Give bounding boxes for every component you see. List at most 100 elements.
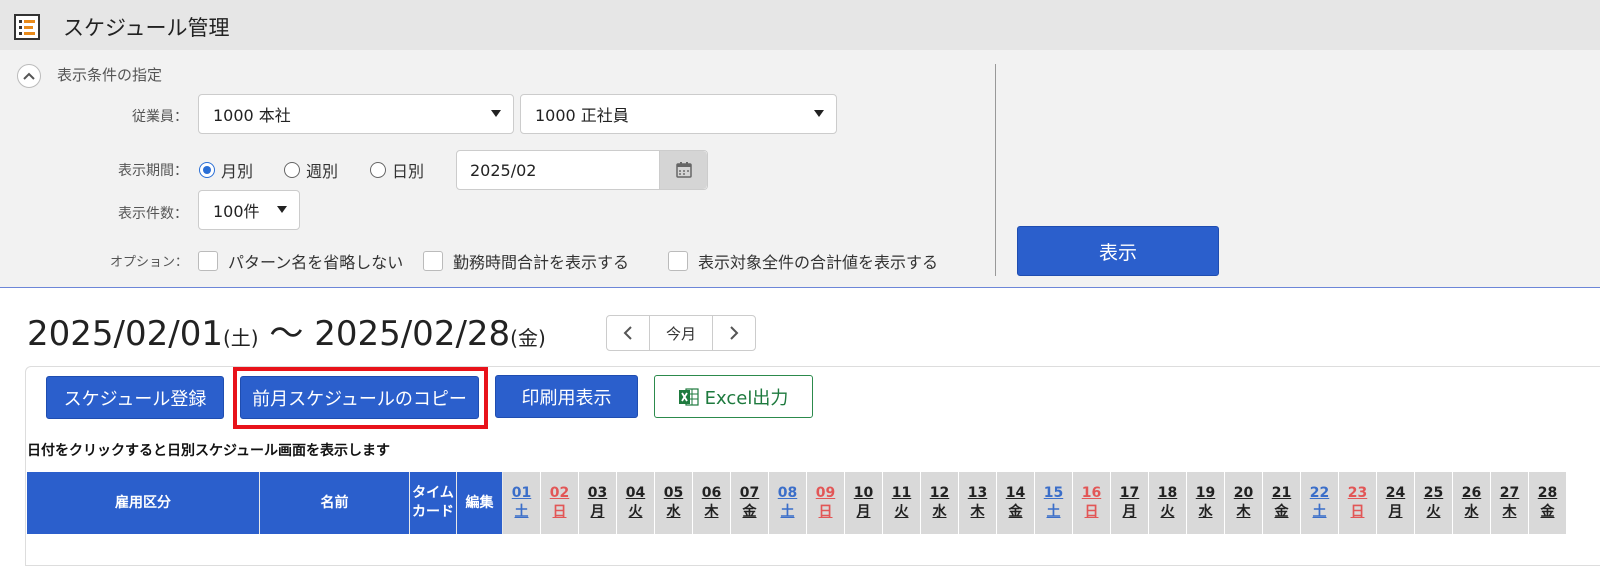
day-number: 12 bbox=[929, 485, 950, 501]
day-header[interactable]: 07 金 bbox=[731, 472, 769, 534]
calendar-button[interactable] bbox=[659, 151, 707, 189]
print-view-button[interactable]: 印刷用表示 bbox=[495, 375, 638, 418]
day-number: 25 bbox=[1423, 485, 1444, 501]
day-header[interactable]: 10 月 bbox=[845, 472, 883, 534]
day-weekday: 日 bbox=[1084, 504, 1099, 520]
day-number: 23 bbox=[1347, 485, 1368, 501]
day-header[interactable]: 23 日 bbox=[1339, 472, 1377, 534]
col-timecard: タイム カード bbox=[410, 472, 457, 534]
checkbox-icon bbox=[198, 251, 218, 271]
month-input[interactable] bbox=[457, 151, 661, 189]
col-timecard-line1: タイム bbox=[412, 485, 454, 501]
day-number: 11 bbox=[891, 485, 912, 501]
day-header[interactable]: 05 水 bbox=[655, 472, 693, 534]
day-header[interactable]: 01 土 bbox=[503, 472, 541, 534]
day-header[interactable]: 22 土 bbox=[1301, 472, 1339, 534]
day-number: 18 bbox=[1157, 485, 1178, 501]
day-weekday: 火 bbox=[1160, 504, 1175, 520]
day-weekday: 木 bbox=[704, 504, 719, 520]
day-header[interactable]: 27 木 bbox=[1491, 472, 1529, 534]
day-header[interactable]: 20 木 bbox=[1225, 472, 1263, 534]
day-number: 20 bbox=[1233, 485, 1254, 501]
day-weekday: 火 bbox=[1426, 504, 1441, 520]
excel-icon bbox=[678, 387, 699, 406]
month-picker bbox=[456, 150, 708, 190]
day-number: 09 bbox=[815, 485, 836, 501]
day-header[interactable]: 14 金 bbox=[997, 472, 1035, 534]
day-number: 21 bbox=[1271, 485, 1292, 501]
day-number: 28 bbox=[1537, 485, 1558, 501]
day-header[interactable]: 17 月 bbox=[1111, 472, 1149, 534]
day-header[interactable]: 12 水 bbox=[921, 472, 959, 534]
day-number: 07 bbox=[739, 485, 760, 501]
day-header[interactable]: 24 月 bbox=[1377, 472, 1415, 534]
show-button[interactable]: 表示 bbox=[1017, 226, 1219, 276]
day-header[interactable]: 08 土 bbox=[769, 472, 807, 534]
schedule-app-icon bbox=[14, 14, 40, 40]
day-header[interactable]: 21 金 bbox=[1263, 472, 1301, 534]
day-header[interactable]: 28 金 bbox=[1529, 472, 1567, 534]
day-number: 16 bbox=[1081, 485, 1102, 501]
day-header[interactable]: 03 月 bbox=[579, 472, 617, 534]
day-header[interactable]: 26 水 bbox=[1453, 472, 1491, 534]
day-weekday: 日 bbox=[552, 504, 567, 520]
excel-export-button[interactable]: Excel出力 bbox=[654, 375, 813, 418]
radio-daily-label: 日別 bbox=[392, 162, 425, 181]
count-select[interactable]: 100件 bbox=[198, 190, 300, 230]
day-header[interactable]: 19 水 bbox=[1187, 472, 1225, 534]
day-header[interactable]: 04 火 bbox=[617, 472, 655, 534]
day-weekday: 月 bbox=[856, 504, 871, 520]
day-header[interactable]: 06 木 bbox=[693, 472, 731, 534]
day-weekday: 水 bbox=[1464, 504, 1479, 520]
range-end-dow: (金) bbox=[510, 326, 546, 350]
day-header[interactable]: 15 土 bbox=[1035, 472, 1073, 534]
day-weekday: 木 bbox=[1236, 504, 1251, 520]
register-schedule-button[interactable]: スケジュール登録 bbox=[46, 376, 224, 419]
dropdown-caret-icon bbox=[814, 110, 824, 117]
period-label: 表示期間： bbox=[118, 163, 188, 179]
radio-monthly[interactable]: 月別 bbox=[199, 158, 253, 182]
radio-weekly[interactable]: 週別 bbox=[284, 158, 338, 182]
day-number: 06 bbox=[701, 485, 722, 501]
option-no-abbrev-label: パターン名を省略しない bbox=[228, 253, 404, 272]
conditions-title: 表示条件の指定 bbox=[57, 66, 163, 84]
click-hint: 日付をクリックすると日別スケジュール画面を表示します bbox=[27, 443, 391, 459]
prev-month-button[interactable] bbox=[607, 316, 649, 350]
option-all-total[interactable]: 表示対象全件の合計値を表示する bbox=[668, 249, 938, 273]
day-number: 13 bbox=[967, 485, 988, 501]
radio-daily[interactable]: 日別 bbox=[370, 158, 424, 182]
range-start: 2025/02/01 bbox=[27, 314, 223, 354]
day-header[interactable]: 18 火 bbox=[1149, 472, 1187, 534]
checkbox-icon bbox=[423, 251, 443, 271]
radio-checked-icon bbox=[199, 162, 215, 178]
highlight-box bbox=[233, 367, 488, 429]
next-month-button[interactable] bbox=[713, 316, 755, 350]
day-weekday: 土 bbox=[1312, 504, 1327, 520]
day-number: 05 bbox=[663, 485, 684, 501]
day-weekday: 水 bbox=[932, 504, 947, 520]
day-weekday: 日 bbox=[818, 504, 833, 520]
range-separator: 〜 bbox=[269, 314, 304, 354]
day-weekday: 金 bbox=[1008, 504, 1023, 520]
collapse-chevron-up-icon[interactable] bbox=[17, 64, 41, 88]
day-weekday: 金 bbox=[1274, 504, 1289, 520]
office-select[interactable]: 1000 本社 bbox=[198, 94, 514, 134]
day-number: 14 bbox=[1005, 485, 1026, 501]
day-header[interactable]: 13 木 bbox=[959, 472, 997, 534]
option-no-abbrev[interactable]: パターン名を省略しない bbox=[198, 249, 403, 273]
day-header[interactable]: 11 火 bbox=[883, 472, 921, 534]
day-weekday: 木 bbox=[970, 504, 985, 520]
day-header[interactable]: 02 日 bbox=[541, 472, 579, 534]
day-number: 27 bbox=[1499, 485, 1520, 501]
page-title: スケジュール管理 bbox=[63, 16, 230, 40]
day-header[interactable]: 16 日 bbox=[1073, 472, 1111, 534]
option-work-total[interactable]: 勤務時間合計を表示する bbox=[423, 249, 629, 273]
day-number: 15 bbox=[1043, 485, 1064, 501]
day-weekday: 月 bbox=[1388, 504, 1403, 520]
col-edit: 編集 bbox=[457, 472, 503, 534]
employment-select[interactable]: 1000 正社員 bbox=[520, 94, 837, 134]
day-header[interactable]: 25 火 bbox=[1415, 472, 1453, 534]
option-all-total-label: 表示対象全件の合計値を表示する bbox=[698, 253, 939, 272]
this-month-button[interactable]: 今月 bbox=[649, 316, 713, 350]
day-header[interactable]: 09 日 bbox=[807, 472, 845, 534]
